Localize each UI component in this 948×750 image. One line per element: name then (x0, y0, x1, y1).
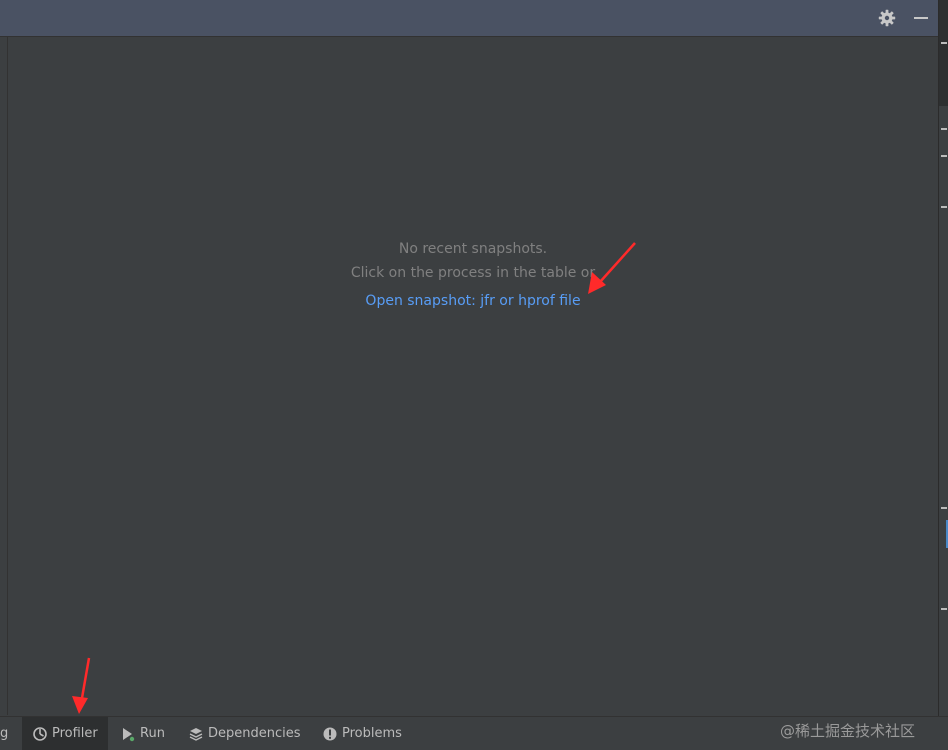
right-tool-glyph (941, 507, 947, 509)
gear-icon[interactable] (878, 9, 896, 27)
right-tool-tab-active[interactable] (939, 0, 948, 106)
right-tool-glyph (941, 155, 947, 157)
empty-state: No recent snapshots. Click on the proces… (8, 237, 938, 313)
tool-tab-label: g (0, 726, 9, 741)
right-tool-glyph (941, 608, 947, 610)
empty-state-hint: Click on the process in the table or (350, 265, 596, 281)
profiler-panel: No recent snapshots. Click on the proces… (8, 37, 938, 715)
tool-tab-run[interactable]: Run (120, 717, 172, 750)
left-tool-strip (0, 37, 8, 715)
problems-icon (323, 727, 337, 740)
watermark: @稀土掘金技术社区 (780, 722, 916, 740)
tool-tab-problems[interactable]: Problems (322, 717, 406, 750)
empty-state-message: No recent snapshots. (398, 241, 548, 257)
tool-tab-label: Run (140, 726, 165, 741)
profiler-icon (33, 726, 47, 741)
minimize-icon[interactable] (912, 9, 930, 27)
right-tool-strip (938, 0, 948, 716)
right-tool-glyph (941, 206, 947, 208)
tool-tab-profiler[interactable]: Profiler (22, 717, 108, 750)
tool-tab-label: Problems (342, 726, 402, 741)
tool-tab-partial[interactable]: g (0, 717, 14, 750)
tool-tab-label: Dependencies (208, 726, 301, 741)
right-tool-glyph (941, 42, 947, 44)
tool-window-header (0, 0, 938, 37)
tool-tab-label: Profiler (52, 726, 98, 741)
ide-window: No recent snapshots. Click on the proces… (0, 0, 948, 750)
right-tool-glyph (941, 128, 947, 130)
dependencies-icon (189, 727, 203, 741)
run-icon (123, 727, 135, 741)
open-snapshot-link[interactable]: Open snapshot: jfr or hprof file (8, 289, 938, 313)
tool-tab-dependencies[interactable]: Dependencies (188, 717, 302, 750)
